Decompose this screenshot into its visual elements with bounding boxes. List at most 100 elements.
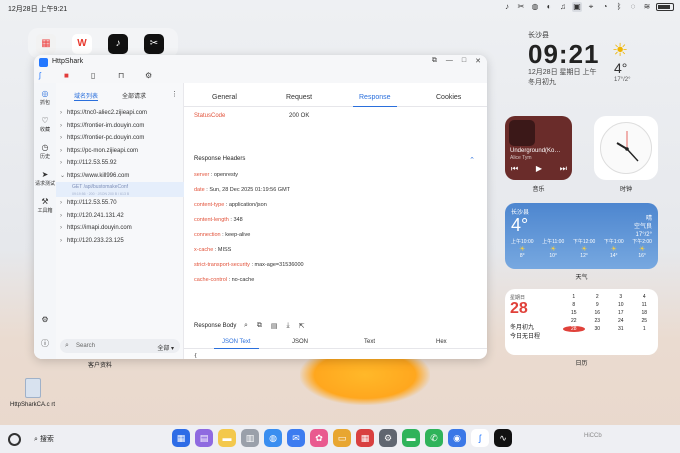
taskbar-right-text: HiCCb — [584, 433, 602, 439]
list-item[interactable]: › http://120.241.131.42 — [56, 210, 184, 223]
minimize-icon[interactable]: — — [446, 57, 453, 65]
external-link-icon[interactable]: ⇱ — [299, 322, 305, 330]
title-bar[interactable]: HttpShark ⧉ — □ ✕ — [34, 55, 487, 69]
memo-icon[interactable]: ▭ — [333, 429, 351, 447]
nav-history[interactable]: ◷ 历史 — [34, 143, 56, 160]
httpshark-icon[interactable]: ʃ — [471, 429, 489, 447]
list-item[interactable]: › http://112.53.55.70 — [56, 197, 184, 210]
nav-label: 工具箱 — [37, 208, 53, 214]
desktop-file-label[interactable]: HttpSharkCA.c rt — [10, 402, 55, 408]
analog-clock-widget[interactable] — [594, 116, 658, 180]
music-controls: ⏮ ▶ ⏭ — [511, 164, 567, 174]
messages-icon[interactable]: ▬ — [402, 429, 420, 447]
more-icon[interactable]: ⋮ — [171, 90, 178, 98]
certificate-file-icon[interactable] — [25, 378, 41, 398]
phone-icon[interactable]: ✆ — [425, 429, 443, 447]
browser-icon[interactable]: ◍ — [264, 429, 282, 447]
nav-capture[interactable]: ◎ 抓包 — [34, 89, 56, 106]
json-body: { "data": [ "ref_background": { "id": 8,… — [194, 353, 431, 359]
screen-icon[interactable]: ▣ — [572, 2, 582, 12]
list-item[interactable]: › http://120.233.23.125 — [56, 235, 184, 248]
list-item[interactable]: › https://imapi.douyin.com — [56, 222, 184, 235]
customer-folder-label[interactable]: 客户资料 — [80, 360, 120, 369]
tab-all-requests[interactable]: 全部请求 — [122, 91, 146, 100]
nav-toolbox[interactable]: ⚒ 工具箱 — [34, 197, 56, 214]
list-item[interactable]: › http://112.53.55.92 — [56, 157, 184, 170]
file-icon[interactable]: ▤ — [271, 322, 278, 330]
filter-dropdown[interactable]: 全部 ▾ — [157, 343, 174, 352]
request-path: GET /api/bustomakeConf — [72, 184, 129, 190]
search-input[interactable]: Search — [76, 343, 95, 349]
wps-app-icon[interactable]: W — [72, 34, 92, 54]
calendar-lunar: 冬月初九 今日无日程 — [510, 324, 540, 342]
request-item[interactable]: GET /api/bustomakeConf 09:19:56 · 200 · … — [56, 182, 184, 197]
trash-icon[interactable]: ▥ — [241, 429, 259, 447]
list-item[interactable]: › https://frontier-im.douyin.com — [56, 120, 184, 133]
close-icon[interactable]: ✕ — [475, 57, 481, 65]
app-grid-icon[interactable]: ▦ — [172, 429, 190, 447]
wechat-icon[interactable]: ◍ — [530, 2, 540, 12]
tiktok-app-icon[interactable]: ♪ — [108, 34, 128, 54]
search-bar[interactable]: ⌕ Search 全部 ▾ — [60, 339, 180, 353]
music-widget[interactable]: Underground(Ko… Alice Tym ⏮ ▶ ⏭ — [505, 116, 572, 180]
activity-icon[interactable]: ∿ — [494, 429, 512, 447]
clear-icon[interactable]: ▯ — [91, 71, 95, 80]
lock-icon[interactable]: ⊓ — [118, 71, 124, 80]
tab-general[interactable]: General — [212, 94, 237, 101]
notes-icon[interactable]: ▬ — [218, 429, 236, 447]
settings-gear-icon[interactable]: ⚙ — [34, 315, 56, 324]
nav-label: 请求测试 — [34, 181, 55, 187]
big-time: 09:21 — [528, 39, 600, 69]
tab-domain-list[interactable]: 域名列表 — [74, 91, 99, 101]
chevron-right-icon: › — [60, 237, 62, 244]
capcut-app-icon[interactable]: ✂ — [144, 34, 164, 54]
gallery-icon[interactable]: ✿ — [310, 429, 328, 447]
hour-item: 上午10:00 ☀ 8° — [511, 239, 534, 259]
list-item[interactable]: › https://pc-mon.zijieapi.com — [56, 145, 184, 158]
gear-icon[interactable]: ⚙ — [145, 71, 152, 80]
nav-request-test[interactable]: ➤ 请求测试 — [34, 170, 56, 187]
tiktok-icon[interactable]: ♪ — [502, 2, 512, 12]
download-icon[interactable]: ⤓ — [287, 322, 290, 330]
info-icon[interactable]: ⓘ — [34, 338, 56, 349]
play-icon[interactable]: ▶ — [536, 164, 542, 174]
chevron-up-icon[interactable]: ⌃ — [469, 156, 475, 164]
chevron-right-icon: › — [60, 212, 62, 219]
tab-hex[interactable]: Hex — [436, 339, 447, 345]
clock-date-widget[interactable]: 长沙县 09:21 12月28日 星期日 上午 冬月初九 — [528, 30, 608, 88]
list-item[interactable]: › https://frontier-pc.douyin.com — [56, 132, 184, 145]
list-item[interactable]: › https://tnc0-aliec2.zijieapi.com — [56, 107, 184, 120]
copy-icon[interactable]: ⧉ — [257, 322, 262, 330]
nav-favorites[interactable]: ♡ 收藏 — [34, 116, 56, 133]
music-icon[interactable]: ♫ — [558, 2, 568, 12]
calendar-app-icon[interactable]: ▦ — [36, 34, 56, 54]
mail-icon[interactable]: ✉ — [287, 429, 305, 447]
desktop-app-folder[interactable]: ▦ W ♪ ✂ — [28, 28, 178, 58]
folder-icon[interactable]: ▤ — [195, 429, 213, 447]
chat-icon[interactable]: ◉ — [448, 429, 466, 447]
search-icon[interactable]: ⌕ — [244, 322, 248, 330]
prev-icon[interactable]: ⏮ — [511, 164, 518, 174]
format-tabs: JSON Text JSON Text Hex — [184, 337, 487, 349]
weather-widget[interactable]: 长沙县 4° 晴 空气良 17°/2° 上午10:00 ☀ 8° 上午11:00 ☀ 1… — [505, 203, 658, 269]
tab-response[interactable]: Response — [353, 94, 396, 107]
calendar-icon[interactable]: ▦ — [356, 429, 374, 447]
tab-json-text[interactable]: JSON Text — [214, 339, 259, 349]
tab-cookies[interactable]: Cookies — [436, 94, 461, 101]
record-stop-icon[interactable]: ■ — [64, 71, 69, 80]
start-icon[interactable] — [8, 433, 21, 446]
snap-icon[interactable]: ⧉ — [432, 57, 437, 65]
weibo-icon[interactable]: ◐ — [544, 2, 554, 12]
tab-json[interactable]: JSON — [292, 339, 308, 345]
list-item[interactable]: ⌄ https://www.kill996.com — [56, 170, 184, 183]
next-icon[interactable]: ⏭ — [560, 164, 567, 174]
tab-request[interactable]: Request — [286, 94, 312, 101]
sun-icon: ☀ — [580, 246, 588, 253]
taskbar-search[interactable]: ⌕ 搜索 — [34, 434, 54, 444]
tab-text[interactable]: Text — [364, 339, 375, 345]
capcut-icon[interactable]: ✂ — [516, 2, 526, 12]
settings-icon[interactable]: ⚙ — [379, 429, 397, 447]
maximize-icon[interactable]: □ — [462, 57, 466, 65]
calendar-widget[interactable]: 星期日 28 冬月初九 今日无日程 1234 8 9 10 11 15 16 17 18 2… — [505, 289, 658, 355]
send-icon: ➤ — [41, 170, 49, 179]
